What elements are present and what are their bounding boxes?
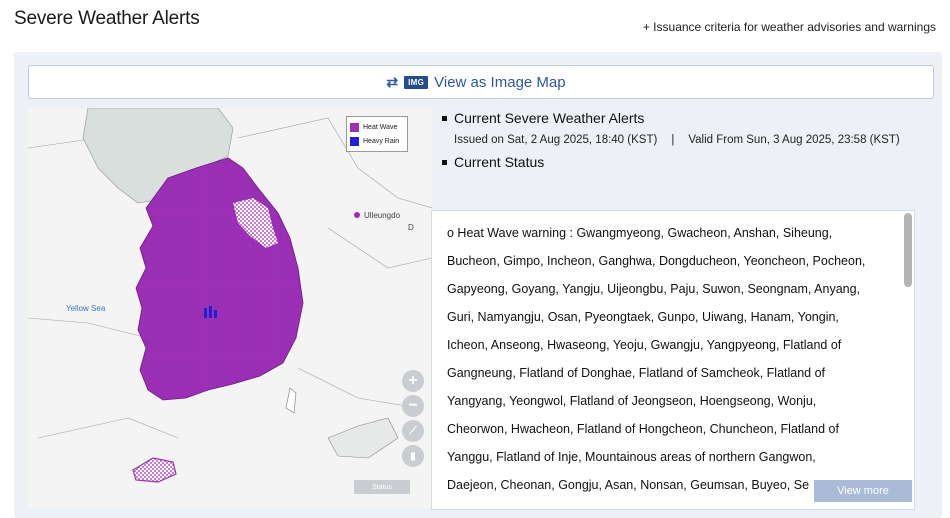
alerts-map[interactable]: Heat Wave Heavy Rain Yellow Sea Ulleungd…	[28, 108, 432, 508]
status-line: Icheon, Anseong, Hwaseong, Yeoju, Gwangj…	[447, 338, 842, 352]
issued-time: Issued on Sat, 2 Aug 2025, 18:40 (KST)	[454, 134, 658, 146]
status-textbox[interactable]: o Heat Wave warning : Gwangmyeong, Gwach…	[431, 210, 915, 510]
yellow-sea-label: Yellow Sea	[66, 304, 106, 313]
valid-from-time: Valid From Sun, 3 Aug 2025, 23:58 (KST)	[688, 134, 900, 146]
status-line: Yanggu, Flatland of Inje, Mountainous ar…	[447, 450, 816, 464]
map-legend: Heat Wave Heavy Rain	[346, 116, 408, 152]
alerts-info: Current Severe Weather Alerts Issued on …	[442, 108, 932, 172]
status-line: Gapyeong, Goyang, Yangju, Uijeongbu, Paj…	[447, 282, 861, 296]
view-image-map-button[interactable]: ⇄ IMG View as Image Map	[28, 65, 934, 99]
legend-label: Heavy Rain	[363, 137, 400, 145]
ruler-icon: ⟋	[409, 424, 417, 437]
trash-icon: ▮	[410, 450, 416, 462]
heat-wave-swatch	[350, 122, 359, 132]
ulleungdo-label: Ulleungdo	[364, 211, 401, 220]
issuance-criteria-link[interactable]: + Issuance criteria for weather advisori…	[643, 20, 936, 34]
heavy-rain-marker	[209, 306, 212, 318]
heavy-rain-swatch	[350, 136, 359, 146]
status-line: o Heat Wave warning : Gwangmyeong, Gwach…	[447, 226, 833, 240]
zoom-in-button[interactable]: +	[402, 370, 424, 392]
alerts-panel: ⇄ IMG View as Image Map Heat Wave Heavy …	[14, 52, 942, 518]
view-image-map-label: View as Image Map	[434, 73, 566, 91]
sea-boundary-line	[297, 367, 419, 409]
issued-line: Issued on Sat, 2 Aug 2025, 18:40 (KST) |…	[454, 134, 932, 146]
bullet-icon	[442, 115, 447, 121]
sea-boundary-line	[37, 417, 179, 439]
page-title: Severe Weather Alerts	[14, 8, 200, 29]
status-line: Guri, Namyangju, Osan, Pyeongtaek, Gunpo…	[447, 310, 839, 324]
layer-tool-button[interactable]: ▮	[402, 445, 424, 467]
japan-landmass	[327, 417, 399, 459]
scrollbar[interactable]	[904, 213, 912, 287]
heavy-rain-marker	[214, 310, 217, 318]
map-scale: Status	[354, 480, 410, 494]
ruler-tool-button[interactable]: ⟋	[402, 420, 424, 442]
status-line: Gangneung, Flatland of Donghae, Flatland…	[447, 366, 826, 380]
status-line: Bucheon, Gimpo, Incheon, Ganghwa, Dongdu…	[447, 254, 866, 268]
tsushima-island	[285, 387, 297, 414]
dokdo-label: D	[408, 223, 414, 232]
map-zoom-controls: + − ⟋ ▮	[402, 370, 428, 470]
sea-boundary-line	[28, 317, 149, 339]
bullet-icon	[442, 159, 447, 165]
view-more-button[interactable]: View more	[814, 480, 912, 502]
current-alerts-title: Current Severe Weather Alerts	[454, 110, 645, 126]
ulleungdo-island	[354, 212, 360, 218]
legend-heavy-rain: Heavy Rain	[350, 134, 404, 148]
sea-boundary-line	[327, 227, 432, 269]
current-alerts-heading: Current Severe Weather Alerts	[442, 108, 932, 128]
heavy-rain-marker	[204, 308, 207, 318]
swap-arrows-icon: ⇄	[386, 73, 399, 90]
page: Severe Weather Alerts + Issuance criteri…	[0, 0, 950, 518]
legend-heat-wave: Heat Wave	[350, 120, 404, 134]
status-line: Cheorwon, Hwacheon, Flatland of Hongcheo…	[447, 422, 839, 436]
jeju-island	[132, 457, 177, 483]
separator: |	[671, 134, 675, 146]
current-status-title: Current Status	[454, 154, 545, 170]
status-text: o Heat Wave warning : Gwangmyeong, Gwach…	[432, 211, 914, 499]
status-line: Yangyang, Yeongwol, Flatland of Jeongseo…	[447, 394, 817, 408]
img-badge: IMG	[404, 75, 429, 89]
district-grid	[136, 158, 303, 400]
legend-label: Heat Wave	[363, 123, 398, 131]
current-status-heading: Current Status	[442, 152, 932, 172]
zoom-out-button[interactable]: −	[402, 395, 424, 417]
